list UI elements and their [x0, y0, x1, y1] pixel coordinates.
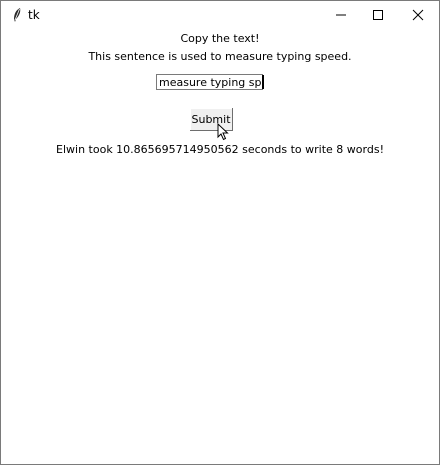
target-sentence: This sentence is used to measure typing …: [88, 50, 352, 63]
close-button[interactable]: [395, 1, 440, 29]
title-bar[interactable]: tk: [1, 1, 439, 29]
result-text: Elwin took 10.865695714950562 seconds to…: [56, 143, 384, 156]
tk-feather-icon: [11, 7, 23, 23]
mouse-pointer-icon: [217, 122, 229, 145]
minimize-icon: [336, 14, 346, 16]
client-area: Copy the text! This sentence is used to …: [1, 29, 439, 464]
app-window: tk Copy the text! This sentence is used …: [0, 0, 440, 465]
maximize-icon: [373, 10, 383, 20]
typing-input[interactable]: [156, 74, 263, 90]
prompt-label: Copy the text!: [180, 32, 260, 45]
window-title: tk: [28, 8, 40, 22]
close-icon: [412, 9, 424, 21]
text-caret: [262, 75, 264, 89]
